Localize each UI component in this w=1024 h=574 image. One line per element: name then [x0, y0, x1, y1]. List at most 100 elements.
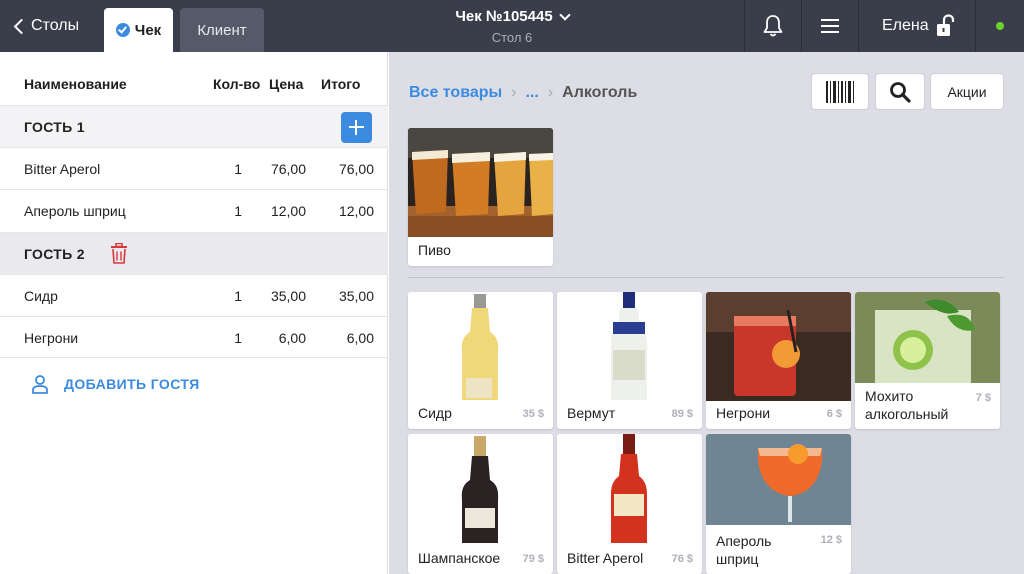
add-item-button[interactable] [341, 112, 372, 143]
item-qty: 1 [234, 203, 242, 219]
product-name: Сидр [418, 405, 452, 421]
order-row[interactable]: Апероль шприц 1 12,00 12,00 [0, 189, 388, 231]
barcode-icon [826, 80, 854, 103]
order-row[interactable]: Bitter Aperol 1 76,00 76,00 [0, 147, 388, 189]
item-total: 76,00 [338, 161, 374, 177]
item-total: 35,00 [338, 288, 374, 304]
divider [975, 0, 976, 52]
trash-icon[interactable] [110, 243, 128, 264]
back-to-tables-button[interactable]: Столы [12, 0, 79, 52]
product-card-mojito[interactable]: Мохито алкогольный 7 $ [855, 292, 1000, 429]
order-title: Чек №105445 [455, 8, 553, 25]
item-name: Апероль шприц [24, 203, 126, 219]
product-image [706, 434, 851, 525]
add-guest-button[interactable]: ДОБАВИТЬ ГОСТЯ [30, 374, 200, 394]
product-price: 35 $ [522, 408, 544, 420]
notifications-button[interactable] [745, 0, 801, 52]
menu-button[interactable] [802, 0, 858, 52]
order-panel: Наименование Кол-во Цена Итого ГОСТЬ 1 B… [0, 52, 388, 574]
product-name: Вермут [567, 405, 616, 421]
product-card-cider[interactable]: Сидр 35 $ [408, 292, 553, 429]
tab-client[interactable]: Клиент [180, 8, 264, 52]
top-bar: Столы Чек Клиент Чек №105445 Стол 6 Елен… [0, 0, 1024, 52]
product-name: Негрони [716, 405, 771, 421]
online-status-indicator [996, 22, 1004, 30]
header-qty: Кол-во [213, 76, 261, 92]
breadcrumb-current: Алкоголь [562, 84, 638, 101]
product-price: 12 $ [820, 534, 842, 546]
product-name: Мохито алкогольный [865, 388, 949, 422]
product-price: 6 $ [826, 408, 842, 420]
breadcrumb-all-products[interactable]: Все товары [409, 84, 502, 102]
product-image [557, 434, 702, 543]
category-card-beer[interactable]: Пиво [408, 128, 553, 266]
unlock-icon [936, 14, 954, 36]
guest-row-2[interactable]: ГОСТЬ 2 [0, 232, 388, 274]
item-price: 6,00 [278, 330, 306, 346]
breadcrumb: Все товары › ... › Алкоголь [409, 84, 637, 102]
breadcrumb-separator-icon: › [547, 84, 554, 101]
add-guest-label: ДОБАВИТЬ ГОСТЯ [64, 376, 200, 392]
catalog-panel: Все товары › ... › Алкоголь Акции Пиво С… [389, 52, 1024, 574]
back-label: Столы [31, 17, 80, 34]
order-title-dropdown[interactable]: Чек №105445 Стол 6 [400, 8, 624, 45]
product-card-aperol-spritz[interactable]: Апероль шприц 12 $ [706, 434, 851, 574]
tab-check-label: Чек [134, 21, 162, 39]
product-card-champagne[interactable]: Шампанское 79 $ [408, 434, 553, 574]
search-button[interactable] [875, 73, 925, 110]
header-price: Цена [269, 76, 304, 92]
guest-label: ГОСТЬ 1 [24, 119, 85, 135]
product-image [408, 292, 553, 401]
item-total: 6,00 [346, 330, 374, 346]
product-image [706, 292, 851, 401]
category-name: Пиво [418, 242, 451, 258]
item-name: Bitter Aperol [24, 161, 101, 177]
check-circle-icon [115, 23, 130, 37]
product-card-negroni[interactable]: Негрони 6 $ [706, 292, 851, 429]
product-image [408, 434, 553, 543]
product-price: 79 $ [522, 553, 544, 565]
person-icon [32, 375, 48, 394]
barcode-button[interactable] [811, 73, 869, 110]
menu-icon [821, 19, 839, 33]
order-row[interactable]: Сидр 1 35,00 35,00 [0, 274, 388, 316]
chevron-down-icon [559, 8, 571, 21]
chevron-left-icon [13, 18, 30, 34]
promotions-label: Акции [947, 83, 987, 100]
guest-row-1[interactable]: ГОСТЬ 1 [0, 105, 388, 147]
item-qty: 1 [234, 330, 242, 346]
header-total: Итого [321, 76, 361, 92]
item-price: 76,00 [270, 161, 306, 177]
item-qty: 1 [234, 161, 242, 177]
order-table-header: Наименование Кол-во Цена Итого [0, 52, 388, 104]
promotions-button[interactable]: Акции [930, 73, 1004, 110]
product-image [557, 292, 702, 401]
product-price: 76 $ [671, 553, 693, 565]
divider [858, 0, 859, 52]
product-card-vermouth[interactable]: Вермут 89 $ [557, 292, 702, 429]
user-name: Елена [882, 17, 929, 34]
item-price: 35,00 [270, 288, 306, 304]
order-row[interactable]: Негрони 1 6,00 6,00 [0, 316, 388, 358]
product-name: Апероль шприц [716, 533, 772, 567]
item-total: 12,00 [338, 203, 374, 219]
breadcrumb-ellipsis[interactable]: ... [525, 84, 538, 102]
product-name: Bitter Aperol [567, 550, 644, 566]
beer-image [408, 128, 553, 237]
item-name: Негрони [24, 330, 79, 346]
product-image [855, 292, 1000, 383]
bell-icon [763, 15, 783, 37]
product-name: Шампанское [418, 550, 501, 566]
section-divider [408, 277, 1004, 278]
search-icon [890, 81, 911, 103]
product-card-bitter-aperol[interactable]: Bitter Aperol 76 $ [557, 434, 702, 574]
user-lock-button[interactable]: Елена [882, 0, 955, 52]
product-price: 7 $ [975, 392, 991, 404]
breadcrumb-separator-icon: › [511, 84, 517, 101]
tab-check[interactable]: Чек [104, 8, 173, 52]
guest-label: ГОСТЬ 2 [24, 246, 85, 262]
product-price: 89 $ [671, 408, 693, 420]
header-name: Наименование [24, 76, 127, 92]
item-price: 12,00 [270, 203, 306, 219]
item-name: Сидр [24, 288, 58, 304]
